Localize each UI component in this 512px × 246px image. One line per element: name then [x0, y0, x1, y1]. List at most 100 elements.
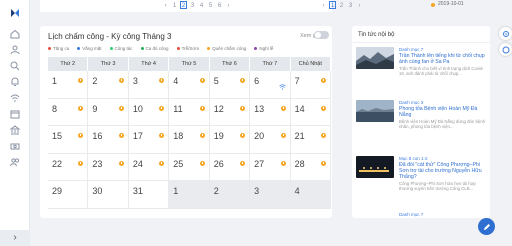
calendar-day[interactable]: 10 [128, 98, 170, 126]
pager-prev[interactable]: ‹ [162, 1, 169, 9]
calendar-day[interactable]: 31 [128, 181, 170, 209]
news-category: Mục 8 con 1-2 [399, 156, 428, 161]
day-number: 12 [213, 103, 224, 114]
missing-checkin-icon [320, 133, 326, 138]
missing-checkin-icon [199, 160, 205, 166]
pager-page[interactable]: 1 [171, 1, 178, 9]
view-hours-toggle[interactable] [314, 31, 329, 39]
bank-icon[interactable] [9, 124, 21, 136]
calendar-day[interactable]: 1 [48, 71, 89, 99]
news-headline[interactable]: Phong tỏa Bệnh viện Hoàn Mỹ Đà Nẵng [399, 106, 485, 118]
calendar-day-other-month[interactable]: 4 [290, 181, 331, 209]
legend-label: Ca đủ công [145, 46, 169, 51]
calendar-day[interactable]: 7 [290, 71, 331, 99]
wifi-icon[interactable] [9, 92, 21, 104]
pager-page[interactable]: 3 [189, 1, 196, 9]
calendar-day[interactable]: 15 [48, 126, 89, 154]
calendar-day[interactable]: 9 [88, 98, 129, 126]
edit-icon[interactable] [478, 218, 495, 235]
legend-item: Nghỉ lễ [254, 46, 273, 51]
pager-page[interactable]: 6 [216, 1, 223, 9]
day-number: 16 [92, 131, 103, 141]
calendar-day[interactable]: 30 [88, 181, 129, 209]
legend-item: Quên chấm công [207, 46, 246, 51]
calendar-day[interactable]: 26 [209, 153, 251, 181]
calendar-day[interactable]: 19 [209, 126, 251, 154]
money-icon[interactable] [9, 140, 21, 152]
settings-icon[interactable] [499, 27, 512, 40]
logo-icon[interactable] [9, 6, 21, 18]
search-icon[interactable] [9, 60, 21, 72]
pager-page[interactable]: 2 [338, 1, 345, 9]
day-number: 1 [52, 76, 58, 86]
users-icon[interactable] [9, 156, 21, 168]
pager-page[interactable]: 5 [207, 1, 214, 9]
pager-prev[interactable]: ‹ [320, 1, 327, 9]
pager-page-active[interactable]: 1 [329, 1, 336, 9]
calendar-day-other-month[interactable]: 3 [250, 181, 291, 209]
calendar-day[interactable]: 8 [48, 98, 89, 126]
calendar-day-other-month[interactable]: 2 [209, 181, 251, 209]
legend-label: Tăng ca [53, 46, 70, 51]
news-headline[interactable]: Đã đòi "cát thử" Công Phượng–Phi Sơn trợ… [399, 162, 485, 180]
pager-page[interactable]: 3 [347, 1, 354, 9]
calendar-day[interactable]: 24 [128, 153, 170, 181]
day-number: 1 [173, 186, 179, 196]
divider [352, 42, 490, 43]
calendar-day-other-month[interactable]: 1 [169, 181, 210, 209]
chevron-right-icon[interactable]: › [0, 230, 30, 246]
calendar-day[interactable]: 18 [169, 126, 210, 154]
pager-page-active[interactable]: 2 [180, 1, 187, 9]
legend-item: Vắng mặt [77, 46, 102, 51]
pager-right: ‹ 1 2 3 › [320, 1, 363, 9]
calendar-day[interactable]: 25 [169, 153, 210, 181]
day-number: 27 [254, 158, 265, 169]
news-excerpt: Công Phượng–Phi Sơn hứa hẹn tài hợp thươ… [399, 181, 476, 191]
pager-next[interactable]: › [225, 1, 232, 9]
calendar-day[interactable]: 11 [169, 98, 210, 126]
pager-next[interactable]: › [356, 1, 363, 9]
calendar-day[interactable]: 17 [128, 126, 170, 154]
calendar-day[interactable]: 29 [48, 181, 89, 209]
calendar-day[interactable]: 2 [88, 71, 129, 99]
missing-checkin-icon [320, 160, 326, 166]
calendar-day[interactable]: 16 [88, 126, 129, 154]
internal-news-card: Tin tức nội bộ Danh mục 7 Trần Thành lên… [352, 26, 490, 218]
day-number: 18 [173, 131, 184, 141]
calendar-day[interactable]: 27 [250, 153, 291, 181]
help-icon[interactable] [499, 43, 512, 56]
bell-icon[interactable] [9, 76, 21, 88]
missing-checkin-icon [78, 105, 84, 111]
legend-dot [207, 47, 211, 50]
missing-checkin-icon [199, 105, 205, 111]
weekday-label: Thứ 4 [129, 57, 170, 71]
calendar-day[interactable]: 21 [290, 126, 331, 154]
day-number: 4 [173, 76, 179, 86]
calendar-day[interactable]: 13 [250, 98, 291, 126]
calendar-day[interactable]: 28 [290, 153, 331, 181]
calendar-day[interactable]: 6 [250, 71, 291, 99]
missing-checkin-icon [240, 133, 246, 138]
calendar-day[interactable]: 20 [250, 126, 291, 154]
calendar-day[interactable]: 5 [209, 71, 251, 99]
missing-checkin-icon [240, 105, 246, 111]
calendar-day[interactable]: 4 [169, 71, 210, 99]
news-category: Danh mục 7 [399, 212, 424, 217]
calendar-day[interactable]: 23 [88, 153, 129, 181]
calendar-day[interactable]: 12 [209, 98, 251, 126]
pager-page[interactable]: 4 [198, 1, 205, 9]
news-headline[interactable]: Trần Thành lên tiếng khi từ chối chụp ản… [399, 53, 485, 65]
calendar-day[interactable]: 14 [290, 98, 331, 126]
day-number: 2 [213, 186, 219, 196]
calendar-icon[interactable] [9, 108, 21, 120]
legend-item: Công tác [109, 46, 133, 51]
day-number: 8 [52, 103, 58, 114]
calendar-day[interactable]: 3 [128, 71, 170, 99]
legend-label: Quên chấm công [212, 46, 247, 51]
calendar-day[interactable]: 22 [48, 153, 89, 181]
legend-dot [140, 47, 144, 50]
left-nav-rail: › [0, 0, 30, 246]
legend-item: Tăng ca [48, 46, 69, 51]
user-icon[interactable] [9, 44, 21, 56]
home-icon[interactable] [9, 28, 21, 40]
